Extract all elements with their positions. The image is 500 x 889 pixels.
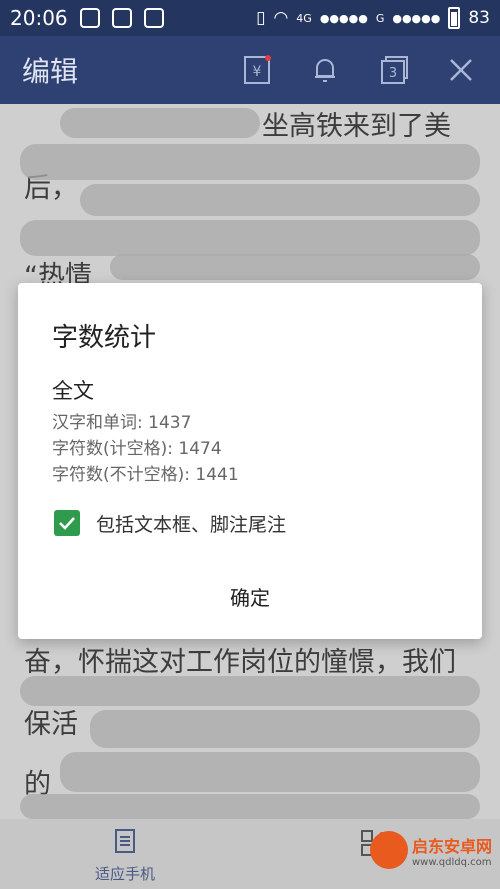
image-icon xyxy=(143,8,164,28)
include-textbox-checkbox[interactable] xyxy=(54,510,80,536)
notification-app-icon xyxy=(111,8,132,28)
dialog-title: 字数统计 xyxy=(52,323,157,353)
network-4g: 4G xyxy=(296,11,312,25)
doc-line: 奋，怀揣这对工作岗位的憧憬，我们 xyxy=(24,647,456,678)
page-title: 编辑 xyxy=(22,55,79,88)
blurred-text xyxy=(80,184,480,216)
message-icon xyxy=(79,8,100,28)
app-bar: 编辑 ¥ 3 xyxy=(0,36,500,104)
blurred-text xyxy=(20,220,480,256)
status-time: 20:06 xyxy=(10,6,68,30)
doc-line: 坐高铁来到了美 xyxy=(262,111,451,142)
battery-icon xyxy=(448,7,461,29)
svg-text:¥: ¥ xyxy=(253,64,262,80)
network-g: G xyxy=(375,11,385,25)
ok-button[interactable]: 确定 xyxy=(210,579,290,613)
watermark-url: www.qdldq.com xyxy=(412,857,492,868)
signal-icon-2: ●●●●● xyxy=(392,11,441,25)
tabs-icon[interactable]: 3 xyxy=(376,53,410,87)
wifi-icon: ◠ xyxy=(273,8,289,28)
word-count-dialog: 字数统计 全文 汉字和单词: 1437 字符数(计空格): 1474 字符数(不… xyxy=(18,283,482,639)
fit-phone-label: 适应手机 xyxy=(94,865,155,883)
blurred-text xyxy=(20,676,480,706)
watermark-icon xyxy=(370,831,408,869)
document-icon xyxy=(111,829,139,859)
fit-phone-button[interactable]: 适应手机 xyxy=(80,827,170,884)
tabs-count: 3 xyxy=(389,66,397,81)
stat-chars-words: 汉字和单词: 1437 xyxy=(52,413,192,433)
include-textbox-label[interactable]: 包括文本框、脚注尾注 xyxy=(96,510,286,537)
battery-level: 83 xyxy=(468,8,490,28)
blurred-text xyxy=(60,752,480,792)
stat-chars-with-spaces: 字符数(计空格): 1474 xyxy=(52,439,222,459)
vibrate-icon: ▯ xyxy=(256,8,266,28)
close-icon[interactable] xyxy=(444,53,478,87)
bell-icon[interactable] xyxy=(308,53,342,87)
membership-icon[interactable]: ¥ xyxy=(240,53,274,87)
section-title: 全文 xyxy=(52,379,94,403)
blurred-text xyxy=(60,108,260,138)
watermark-logo: 启东安卓网 www.qdldq.com xyxy=(362,823,494,887)
signal-icon: ●●●●● xyxy=(319,11,368,25)
blurred-text xyxy=(20,144,480,180)
stat-chars-no-spaces: 字符数(不计空格): 1441 xyxy=(52,465,239,485)
blurred-text xyxy=(20,794,480,819)
check-icon xyxy=(59,517,75,530)
blurred-text xyxy=(90,710,480,748)
watermark-name: 启东安卓网 xyxy=(412,837,493,856)
blurred-text xyxy=(110,254,480,280)
status-bar: 20:06 ▯ ◠ 4G ●●●●● G ●●●●● 83 xyxy=(0,0,500,36)
doc-line: 保活 xyxy=(24,709,78,740)
